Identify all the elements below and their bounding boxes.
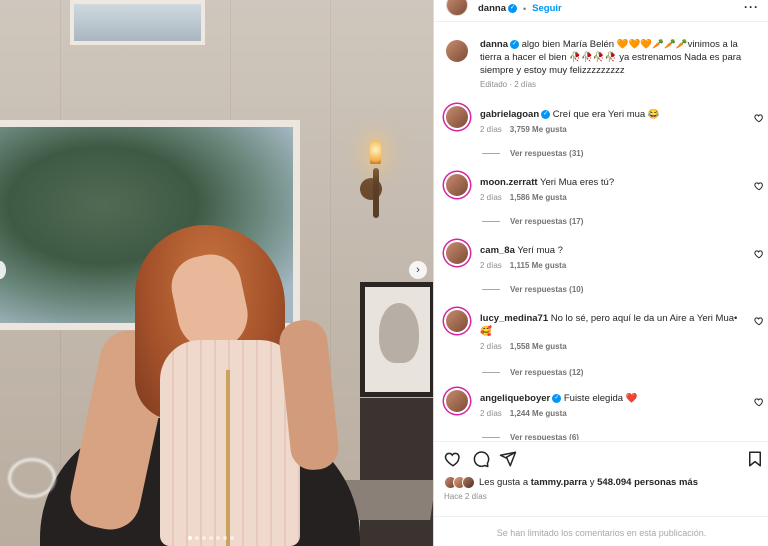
comment-body: angeliqueboyer ✓ Fuiste elegida ❤️ (480, 392, 745, 405)
comment-icon[interactable] (472, 450, 490, 468)
photo-light-reflection (8, 458, 56, 498)
photo-wall-lamp-arm (373, 168, 379, 218)
comment-like-heart-icon[interactable] (754, 316, 764, 326)
comment-like-heart-icon[interactable] (754, 249, 764, 259)
save-bookmark-icon[interactable] (746, 450, 764, 468)
like-heart-icon[interactable] (444, 450, 462, 468)
post-header: danna ✓ • Seguir ··· (434, 0, 768, 17)
likes-others-link[interactable]: 548.094 personas más (597, 477, 698, 488)
comment-likes[interactable]: 1,558 Me gusta (510, 342, 567, 351)
comment-likes[interactable]: 1,115 Me gusta (510, 261, 566, 270)
view-replies-button[interactable]: Ver respuestas (10) (482, 285, 583, 294)
comment-age: 2 días (480, 409, 502, 418)
comment-text: Yeri Mua eres tú? (540, 177, 615, 188)
commenter-avatar[interactable] (444, 104, 470, 130)
separator-dot: • (522, 3, 527, 14)
verified-badge-icon: ✓ (552, 393, 562, 403)
comment-text: Yerí mua ? (517, 245, 563, 256)
carousel-dot (209, 536, 213, 540)
commenter-avatar[interactable] (444, 308, 470, 334)
carousel-next-button[interactable]: › (409, 261, 427, 279)
more-options-icon[interactable]: ··· (744, 0, 759, 14)
share-icon[interactable] (499, 450, 517, 468)
comments-limited-notice: Se han limitado los comentarios en esta … (434, 516, 768, 546)
carousel-dot (202, 536, 206, 540)
comment-age: 2 días (480, 261, 502, 270)
follow-button[interactable]: Seguir (532, 3, 562, 14)
carousel-dot (216, 536, 220, 540)
comment-text: Fuiste elegida ❤️ (563, 393, 638, 404)
comment-body: cam_8a Yerí mua ? (480, 244, 745, 257)
comment-meta: 2 días 1,115 Me gusta (480, 261, 566, 270)
commenter-avatar[interactable] (444, 240, 470, 266)
carousel-dot (223, 536, 227, 540)
carousel-dot (188, 536, 192, 540)
comment-meta: 2 días 1,586 Me gusta (480, 193, 567, 202)
commenter-username[interactable]: cam_8a (480, 245, 515, 256)
carousel-dots (188, 536, 234, 540)
commenter-username[interactable]: gabrielagoan (480, 109, 539, 120)
commenter-avatar[interactable] (444, 388, 470, 414)
liker-avatar (462, 476, 475, 489)
photo-window-top (70, 0, 205, 45)
commenter-avatar[interactable] (444, 172, 470, 198)
view-replies-button[interactable]: Ver respuestas (31) (482, 149, 583, 158)
comments-list[interactable]: gabrielagoan ✓ Creí que era Yeri mua 😂 2 d… (434, 30, 768, 440)
post-actions-bar (434, 441, 768, 471)
post-side-panel: danna ✓ • Seguir ··· danna ✓ algo bien Ma… (433, 0, 768, 546)
header-divider (434, 21, 768, 22)
author-username[interactable]: danna (478, 3, 506, 14)
comment-body: gabrielagoan ✓ Creí que era Yeri mua 😂 (480, 108, 745, 121)
view-replies-button[interactable]: Ver respuestas (17) (482, 217, 583, 226)
comment-likes[interactable]: 3,759 Me gusta (510, 125, 567, 134)
posted-time: Hace 2 días (444, 492, 487, 501)
verified-badge-icon: ✓ (507, 4, 517, 13)
likes-prefix: Les gusta a (479, 477, 529, 488)
comment-age: 2 días (480, 193, 502, 202)
comment-age: 2 días (480, 125, 502, 134)
comment-like-heart-icon[interactable] (754, 181, 764, 191)
likes-conj: y (589, 477, 595, 488)
photo-lamp-bulb (370, 140, 381, 164)
likes-user-link[interactable]: tammy.parra (531, 477, 587, 488)
comment-likes[interactable]: 1,244 Me gusta (510, 409, 567, 418)
photo-subject-corset (160, 340, 300, 546)
liker-avatars (444, 476, 475, 489)
comment-meta: 2 días 1,244 Me gusta (480, 409, 567, 418)
commenter-username[interactable]: angeliqueboyer (480, 393, 550, 404)
commenter-username[interactable]: moon.zerratt (480, 177, 538, 188)
post-media[interactable]: › (0, 0, 433, 546)
verified-badge-icon: ✓ (541, 109, 551, 119)
comment-age: 2 días (480, 342, 502, 351)
comment-likes[interactable]: 1,586 Me gusta (510, 193, 567, 202)
comment-meta: 2 días 3,759 Me gusta (480, 125, 567, 134)
comment-body: moon.zerratt Yeri Mua eres tú? (480, 176, 745, 189)
author-avatar[interactable] (446, 0, 468, 16)
comment-body: lucy_medina71 No lo sé, pero aquí le da … (480, 312, 745, 338)
view-replies-button[interactable]: Ver respuestas (6) (482, 433, 579, 440)
comment-like-heart-icon[interactable] (754, 113, 764, 123)
photo-cabinet (360, 398, 433, 546)
carousel-dot (195, 536, 199, 540)
likes-summary: Les gusta a tammy.parra y 548.094 person… (444, 476, 698, 489)
comment-meta: 2 días 1,558 Me gusta (480, 342, 567, 351)
comment-like-heart-icon[interactable] (754, 397, 764, 407)
view-replies-button[interactable]: Ver respuestas (12) (482, 368, 583, 377)
chevron-right-icon: › (416, 264, 420, 276)
carousel-dot (230, 536, 234, 540)
comment-text: Creí que era Yeri mua 😂 (552, 109, 660, 120)
commenter-username[interactable]: lucy_medina71 (480, 313, 548, 324)
photo-framed-art (360, 282, 433, 397)
